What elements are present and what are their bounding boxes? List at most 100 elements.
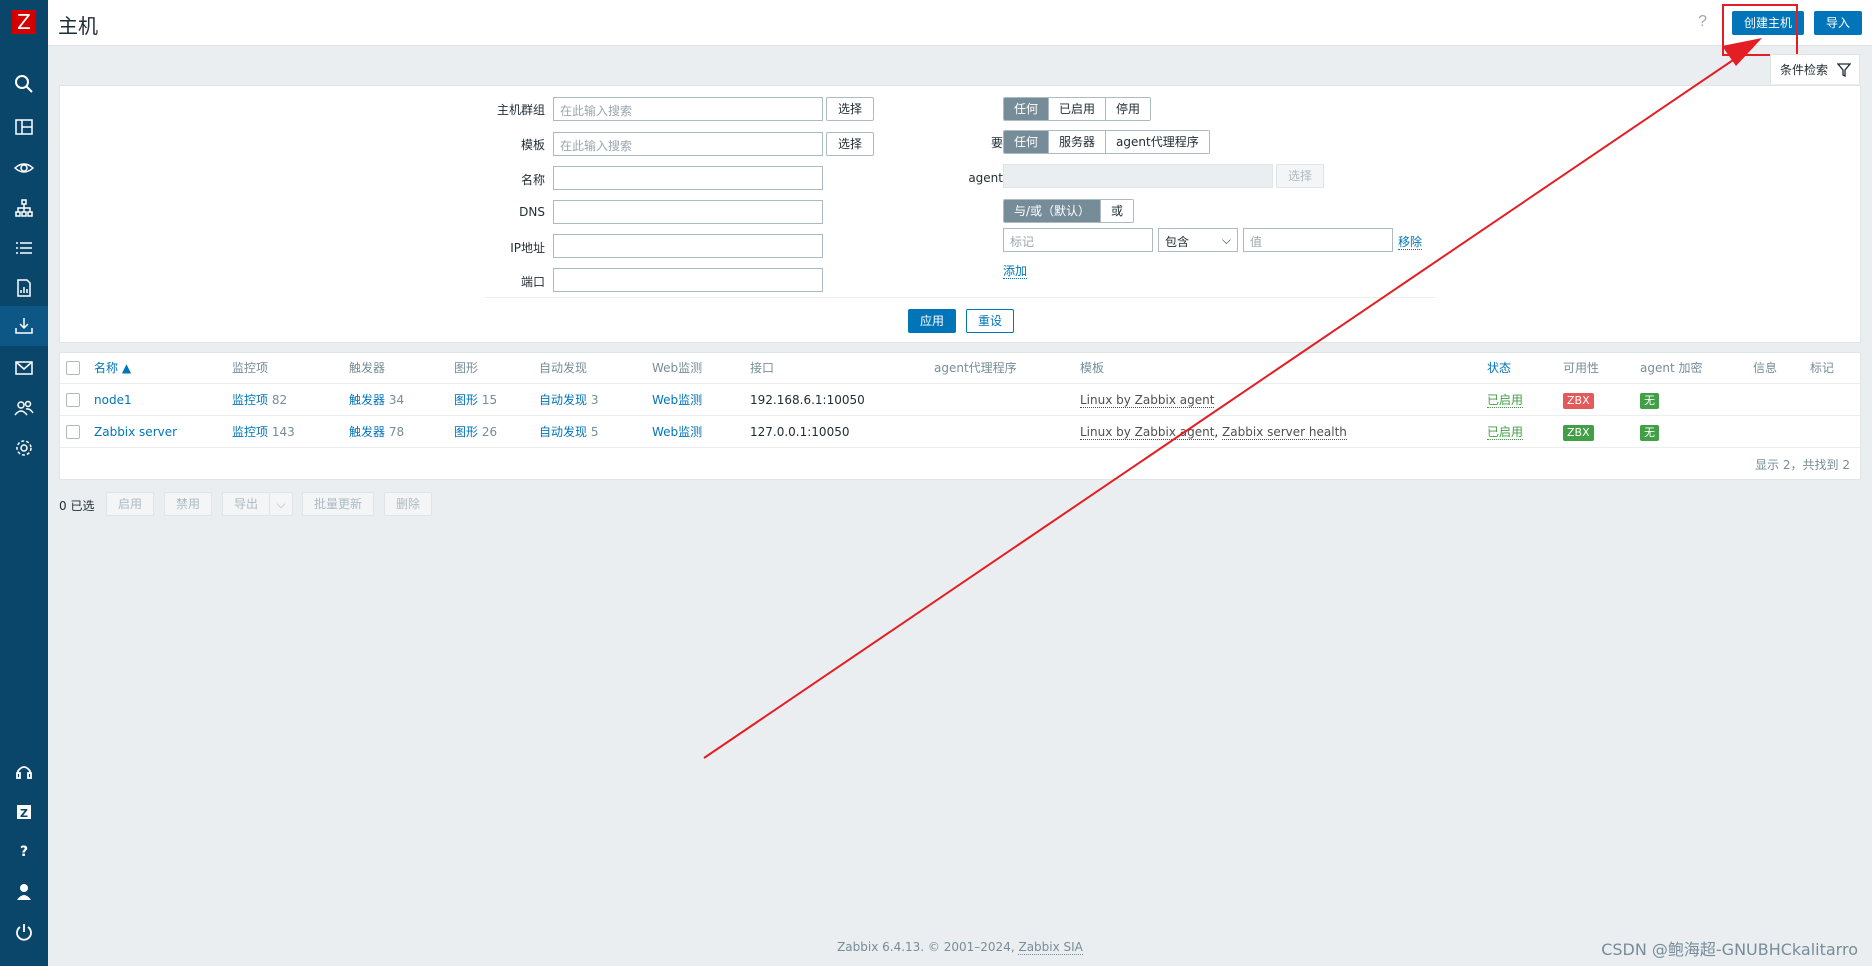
ip-input[interactable] <box>553 234 823 258</box>
search-icon[interactable] <box>0 64 48 104</box>
row-checkbox[interactable] <box>66 393 80 407</box>
list-icon[interactable] <box>0 228 48 268</box>
select-all-checkbox[interactable] <box>66 361 80 375</box>
help-question-icon[interactable]: ? <box>1698 13 1707 31</box>
col-proxy: agent代理程序 <box>934 361 1017 375</box>
tags-option-or[interactable]: 或 <box>1100 200 1134 222</box>
proxy-input <box>1003 164 1273 188</box>
status-segmented: 任何 已启用 停用 <box>1003 97 1152 121</box>
host-name-link[interactable]: node1 <box>94 393 132 407</box>
power-signout-icon[interactable] <box>0 912 48 952</box>
export-dropdown-chevron-icon: ⌵ <box>269 492 293 516</box>
interface-value: 192.168.6.1:10050 <box>750 393 865 407</box>
host-groups-label: 主机群组 <box>496 103 545 117</box>
items-link[interactable]: 监控项 <box>232 425 268 439</box>
items-link[interactable]: 监控项 <box>232 393 268 407</box>
zabbix-logo[interactable]: Z <box>12 10 36 34</box>
col-availability: 可用性 <box>1563 361 1600 375</box>
tag-remove-link[interactable]: 移除 <box>1398 235 1423 250</box>
help-icon[interactable]: ? <box>0 832 48 872</box>
row-checkbox[interactable] <box>66 425 80 439</box>
enable-button: 启用 <box>106 492 154 516</box>
filter-tab[interactable]: 条件检索 <box>1770 54 1860 84</box>
discovery-link[interactable]: 自动发现 <box>539 393 587 407</box>
zabbix-share-icon[interactable]: Z <box>0 792 48 832</box>
filter-tab-label: 条件检索 <box>1780 63 1829 77</box>
status-toggle[interactable]: 已启用 <box>1487 425 1524 440</box>
port-label: 端口 <box>520 275 545 289</box>
discovery-count: 3 <box>590 393 599 407</box>
graphs-link[interactable]: 图形 <box>454 393 478 407</box>
col-tags: 标记 <box>1810 361 1835 375</box>
network-map-icon[interactable] <box>0 188 48 228</box>
footer-text: Zabbix 6.4.13. © 2001–2024, <box>837 940 1019 954</box>
import-button[interactable]: 导入 <box>1814 11 1862 35</box>
users-icon[interactable] <box>0 388 48 428</box>
settings-gear-icon[interactable] <box>0 428 48 468</box>
sidebar: Z Z ? <box>0 0 48 966</box>
support-headset-icon[interactable] <box>0 752 48 792</box>
status-option-enabled[interactable]: 已启用 <box>1048 98 1106 120</box>
page-header: 主机 ? 创建主机 导入 <box>48 0 1872 46</box>
status-option-any[interactable]: 任何 <box>1004 98 1049 120</box>
templates-select-button[interactable]: 选择 <box>826 132 874 156</box>
monitored-by-option-any[interactable]: 任何 <box>1004 131 1049 153</box>
port-input[interactable] <box>553 268 823 292</box>
tag-operator-select[interactable]: 包含 ⌵ <box>1158 228 1238 252</box>
selected-count: 0 已选 <box>59 499 95 513</box>
annotation-highlight-box <box>1722 4 1798 56</box>
triggers-link[interactable]: 触发器 <box>349 425 385 439</box>
host-name-link[interactable]: Zabbix server <box>94 425 177 439</box>
col-name[interactable]: 名称 ▲ <box>94 353 131 383</box>
monitored-by-segmented: 任何 服务器 agent代理程序 <box>1003 130 1210 154</box>
filter-panel: 主机群组 在此输入搜索 选择 模板 在此输入搜索 选择 名称 DNS IP地址 … <box>59 85 1861 343</box>
data-collection-icon[interactable] <box>0 306 48 346</box>
export-button: 导出 <box>222 492 270 516</box>
reset-button[interactable]: 重设 <box>966 309 1014 333</box>
footer-link[interactable]: Zabbix SIA <box>1018 940 1083 955</box>
web-link[interactable]: Web监测 <box>652 393 702 407</box>
table-row: Zabbix server 监控项 143 触发器 78 图形 26 自动发现 … <box>60 415 1860 447</box>
tag-name-input[interactable]: 标记 <box>1003 228 1153 252</box>
status-option-disabled[interactable]: 停用 <box>1105 98 1151 120</box>
monitored-by-option-server[interactable]: 服务器 <box>1048 131 1106 153</box>
table-bottom-border <box>60 447 1860 448</box>
monitoring-eye-icon[interactable] <box>0 148 48 188</box>
tag-add-link[interactable]: 添加 <box>1003 264 1028 279</box>
name-label: 名称 <box>520 173 545 187</box>
encryption-badge: 无 <box>1640 424 1659 441</box>
host-groups-input[interactable]: 在此输入搜索 <box>553 97 823 121</box>
graphs-count: 26 <box>481 425 498 439</box>
items-count: 143 <box>271 425 295 439</box>
page-title: 主机 <box>58 14 98 38</box>
template-separator: , <box>1214 425 1223 439</box>
web-link[interactable]: Web监测 <box>652 425 702 439</box>
discovery-count: 5 <box>590 425 599 439</box>
dashboard-icon[interactable] <box>0 107 48 147</box>
host-groups-select-button[interactable]: 选择 <box>826 97 874 121</box>
hosts-table: 名称 ▲ 监控项 触发器 图形 自动发现 Web监测 接口 agent代理程序 … <box>59 352 1861 480</box>
col-web: Web监测 <box>652 361 703 375</box>
monitored-by-option-proxy[interactable]: agent代理程序 <box>1105 131 1209 153</box>
discovery-link[interactable]: 自动发现 <box>539 425 587 439</box>
apply-button[interactable]: 应用 <box>908 309 956 333</box>
graphs-link[interactable]: 图形 <box>454 425 478 439</box>
templates-input[interactable]: 在此输入搜索 <box>553 132 823 156</box>
availability-badge: ZBX <box>1563 392 1594 409</box>
triggers-link[interactable]: 触发器 <box>349 393 385 407</box>
user-profile-icon[interactable] <box>0 872 48 912</box>
ip-label: IP地址 <box>510 241 545 255</box>
reports-icon[interactable] <box>0 268 48 308</box>
dns-input[interactable] <box>553 200 823 224</box>
col-status[interactable]: 状态 <box>1487 353 1511 383</box>
status-toggle[interactable]: 已启用 <box>1487 393 1524 408</box>
name-input[interactable] <box>553 166 823 190</box>
csdn-watermark: CSDN @鲍海超-GNUBHCkalitarro <box>1601 940 1858 959</box>
tag-value-input[interactable]: 值 <box>1243 228 1393 252</box>
template-link[interactable]: Zabbix server health <box>1222 425 1347 440</box>
template-link[interactable]: Linux by Zabbix agent <box>1080 425 1215 440</box>
tags-option-and-or[interactable]: 与/或（默认） <box>1004 200 1101 222</box>
template-link[interactable]: Linux by Zabbix agent <box>1080 393 1215 408</box>
alerts-mail-icon[interactable] <box>0 348 48 388</box>
col-info: 信息 <box>1753 361 1778 375</box>
